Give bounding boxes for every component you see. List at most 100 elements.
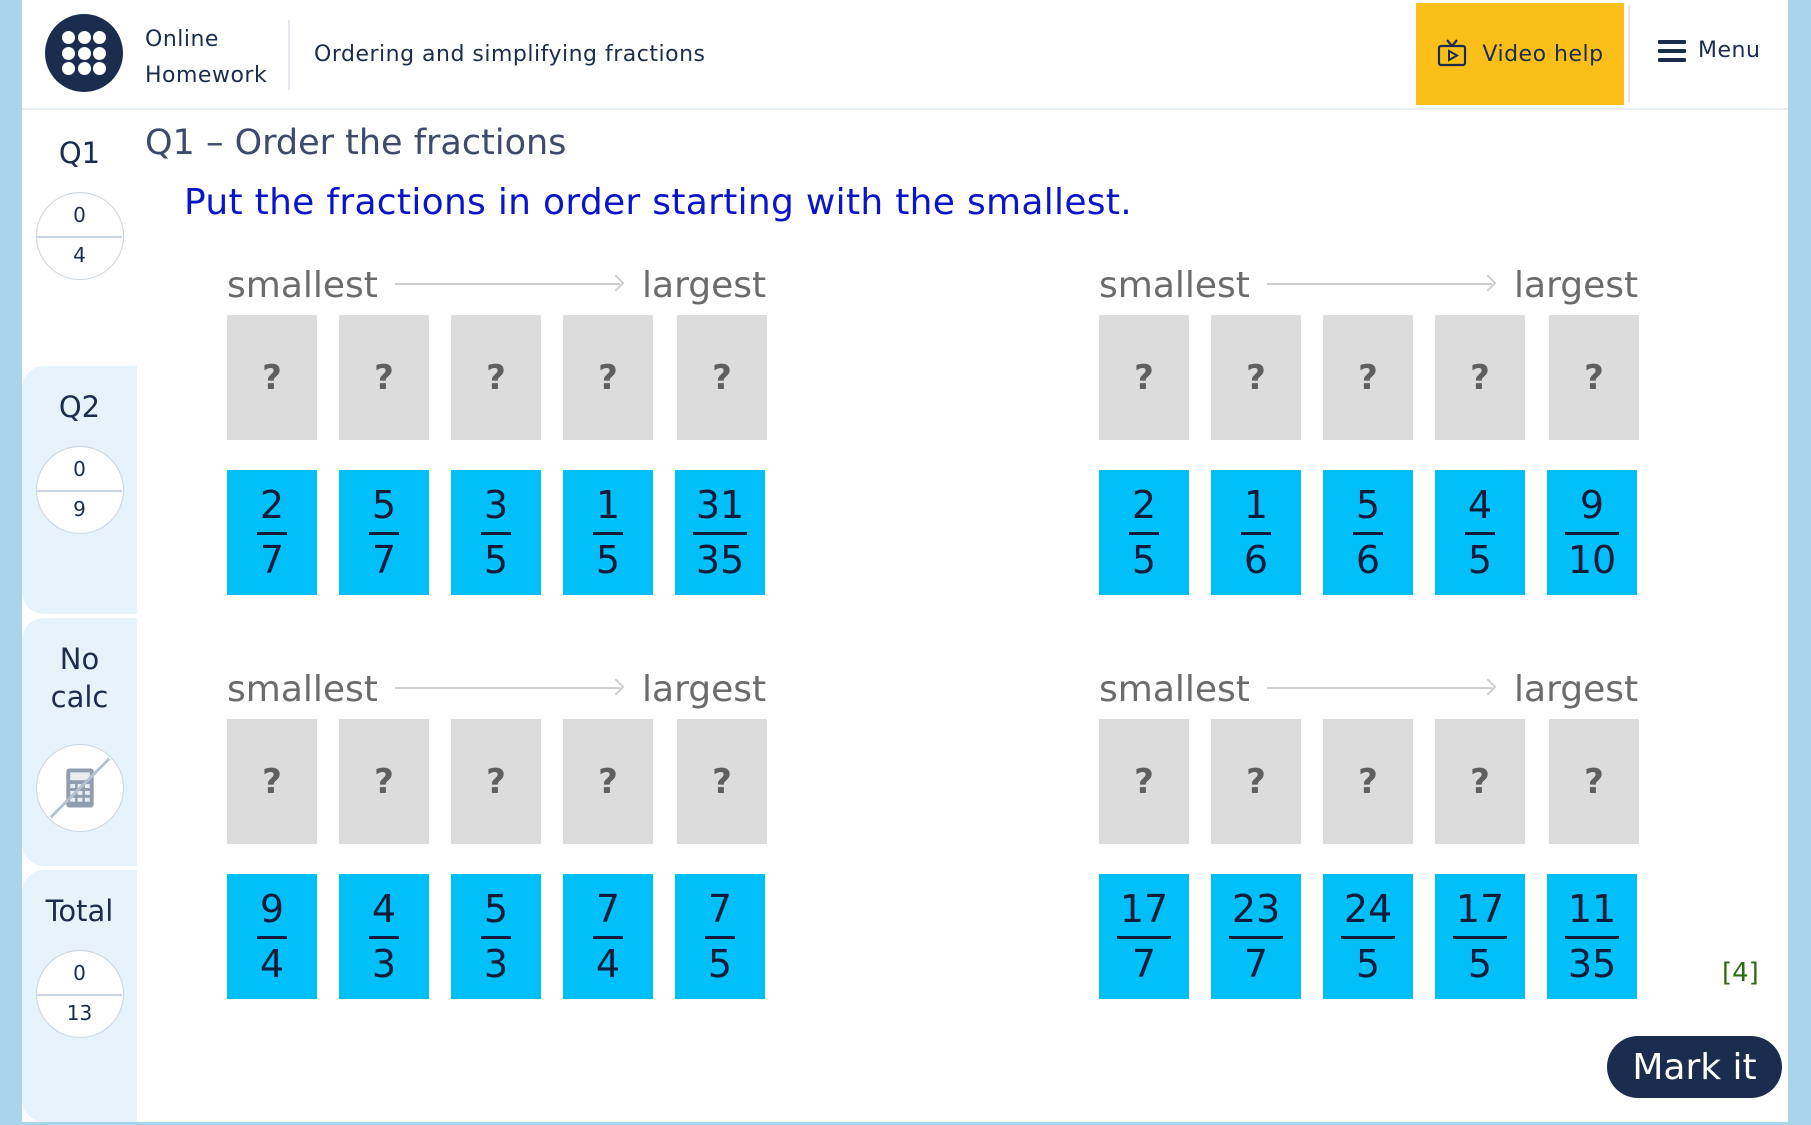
app-logo[interactable] [45,14,123,92]
fraction-group-2: smallest largest? 2 5? 1 6? 5 6? 4 5? 9 10 [1099,265,1699,595]
question-instruction: Put the fractions in order starting with… [184,182,1133,223]
logo-dot [62,46,75,60]
marks-available: [4] [1722,958,1759,988]
answer-slot[interactable]: ? [339,315,429,440]
answer-slot[interactable]: ? [563,719,653,844]
brand-line-2: Homework [145,63,268,88]
fraction-card[interactable]: 75 [675,874,765,999]
fraction-card[interactable]: 57 [339,470,429,595]
fraction-denominator: 7 [1131,942,1157,986]
fraction-numerator: 7 [707,887,733,931]
answer-slot[interactable]: ? [1323,315,1413,440]
fraction-bar [1229,936,1283,939]
fraction-card[interactable]: 53 [451,874,541,999]
fraction-denominator: 35 [695,538,745,582]
fraction-card[interactable]: 31 35 [675,470,765,595]
fraction-bar [593,532,623,535]
answer-slot[interactable]: ? [1211,315,1301,440]
fraction-numerator: 17 [1119,887,1169,931]
fraction-card[interactable]: 17 5 [1435,874,1525,999]
fraction-numerator: 1 [595,483,621,527]
fraction-denominator: 5 [483,538,509,582]
brand-name: Online Homework [145,22,267,94]
answer-slot[interactable]: ? [227,719,317,844]
sidebar-item-total: Total 0 13 [22,870,137,1122]
fraction-denominator: 7 [371,538,397,582]
fraction-card[interactable]: 56 [1323,470,1413,595]
fraction-card[interactable]: 15 [563,470,653,595]
fraction-card[interactable]: 23 7 [1211,874,1301,999]
fraction-group-1: smallest largest? 2 7? 5 7? 3 5? 1 5? 31 35 [227,265,827,595]
fraction-card[interactable]: 74 [563,874,653,999]
app-frame: Online Homework Ordering and simplifying… [22,0,1788,1122]
answer-slot[interactable]: ? [451,719,541,844]
video-help-button[interactable]: Video help [1416,3,1624,105]
mark-it-button[interactable]: Mark it [1607,1036,1782,1098]
answer-slot[interactable]: ? [1435,719,1525,844]
fraction-denominator: 6 [1355,538,1381,582]
page-title: Ordering and simplifying fractions [314,42,706,67]
answer-slot[interactable]: ? [1549,315,1639,440]
answer-slot[interactable]: ? [1099,315,1189,440]
fraction-bar [257,532,287,535]
fraction-card[interactable]: 43 [339,874,429,999]
q2-score: 0 [73,457,86,481]
fraction-card[interactable]: 25 [1099,470,1189,595]
logo-dot [62,31,75,44]
largest-label: largest [1514,265,1639,306]
logo-dot [93,31,106,44]
fraction-denominator: 5 [1467,538,1493,582]
answer-slot[interactable]: ? [1549,719,1639,844]
q2-max: 9 [73,497,86,521]
logo-dot [62,62,75,75]
sidebar-item-q1[interactable]: Q1 0 4 [22,112,137,362]
fraction-bar [257,936,287,939]
answer-slot[interactable]: ? [677,315,767,440]
fraction-card[interactable]: 94 [227,874,317,999]
video-help-label: Video help [1482,41,1604,67]
fraction-card[interactable]: 24 5 [1323,874,1413,999]
fraction-denominator: 4 [595,942,621,986]
logo-dot [77,31,91,44]
answer-slot[interactable]: ? [1323,719,1413,844]
answer-slot[interactable]: ? [227,315,317,440]
q2-score-circle: 0 9 [36,446,124,534]
fraction-bar [705,936,735,939]
smallest-label: smallest [1099,265,1250,306]
largest-label: largest [1514,669,1639,710]
fraction-denominator: 4 [259,942,285,986]
logo-dot [77,46,91,60]
fraction-card[interactable]: 17 7 [1099,874,1189,999]
fraction-card[interactable]: 11 35 [1547,874,1637,999]
sidebar-item-q2[interactable]: Q2 0 9 [22,366,137,614]
menu-label: Menu [1698,38,1761,63]
fraction-denominator: 5 [595,538,621,582]
fraction-denominator: 5 [1467,942,1493,986]
fraction-numerator: 4 [1467,483,1493,527]
menu-button[interactable]: Menu [1658,38,1760,63]
answer-slot[interactable]: ? [451,315,541,440]
answer-slot[interactable]: ? [1435,315,1525,440]
q1-score: 0 [73,203,86,227]
answer-slot[interactable]: ? [1099,719,1189,844]
answer-slot[interactable]: ? [1211,719,1301,844]
answer-slot[interactable]: ? [339,719,429,844]
fraction-card[interactable]: 35 [451,470,541,595]
fraction-numerator: 24 [1343,887,1393,931]
fraction-card[interactable]: 45 [1435,470,1525,595]
fraction-numerator: 11 [1567,887,1617,931]
fraction-numerator: 3 [483,483,509,527]
answer-slot[interactable]: ? [677,719,767,844]
fraction-card[interactable]: 16 [1211,470,1301,595]
fraction-group-3: smallest largest? 9 4? 4 3? 5 3? 7 4? 7 5 [227,669,827,999]
fraction-denominator: 3 [371,942,397,986]
total-max: 13 [66,1001,93,1025]
fraction-numerator: 1 [1243,483,1269,527]
fraction-bar [1453,936,1507,939]
largest-label: largest [642,265,767,306]
fraction-card[interactable]: 27 [227,470,317,595]
q2-label: Q2 [58,390,101,424]
logo-dot [93,62,106,75]
fraction-card[interactable]: 9 10 [1547,470,1637,595]
answer-slot[interactable]: ? [563,315,653,440]
